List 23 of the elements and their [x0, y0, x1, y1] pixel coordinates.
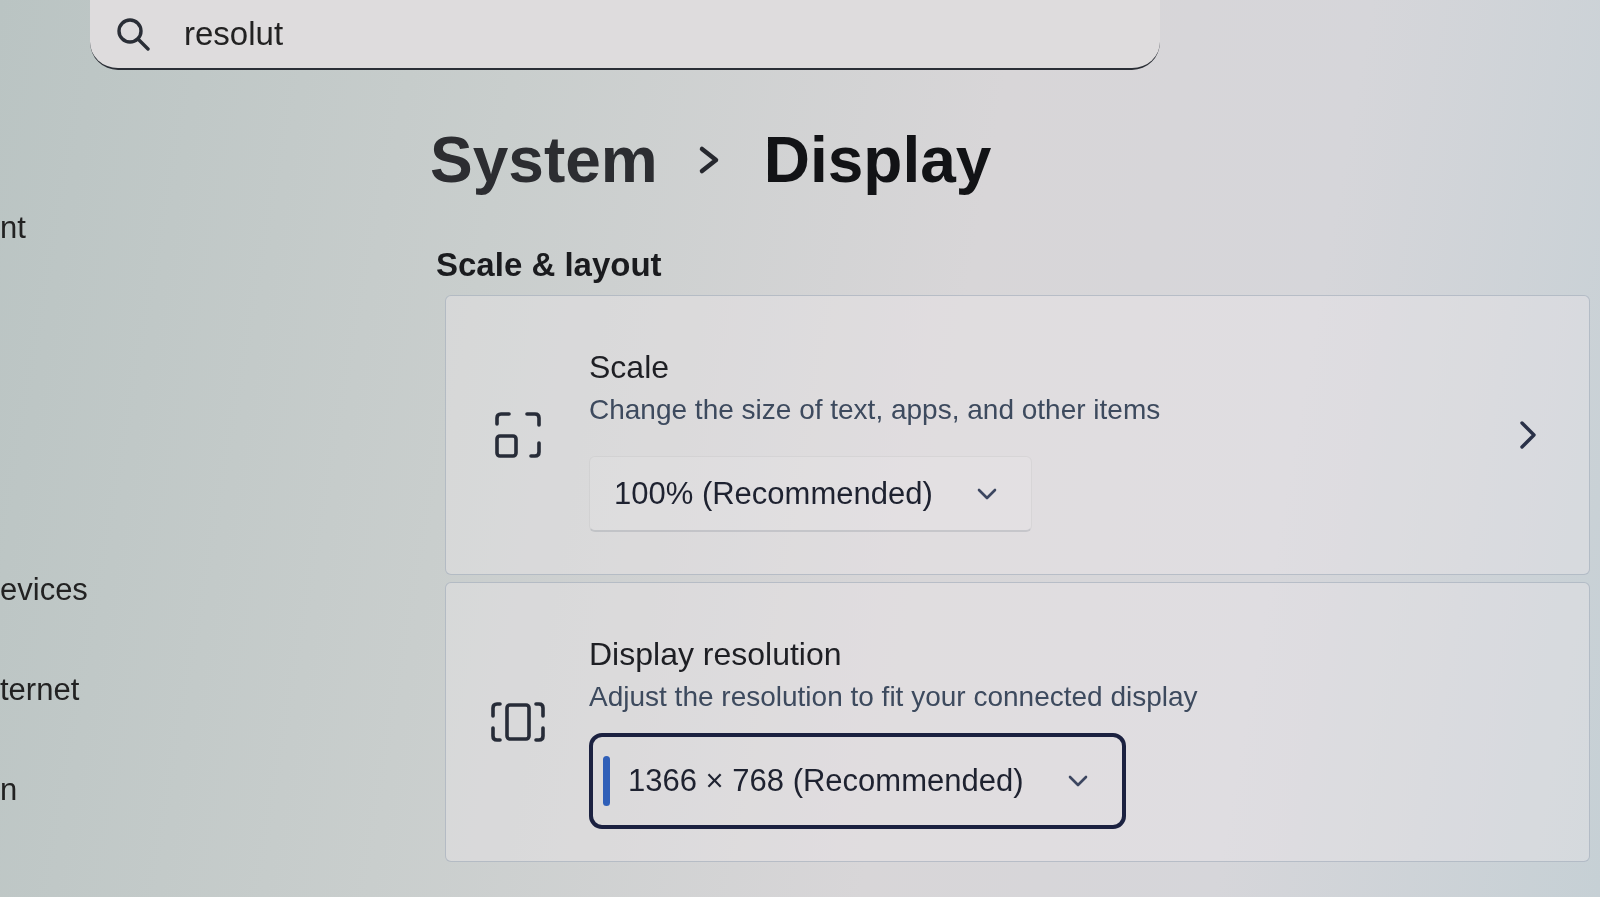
search-icon: [116, 17, 150, 51]
search-field[interactable]: resolut: [90, 0, 1160, 70]
setting-description: Change the size of text, apps, and other items: [589, 393, 1161, 427]
chevron-down-icon: [976, 487, 997, 500]
setting-title: Scale: [589, 348, 670, 386]
breadcrumb-item: Display: [763, 123, 992, 198]
setting-title: Display resolution: [589, 635, 842, 673]
sidebar-item[interactable]: ternet: [0, 670, 80, 710]
chevron-right-icon: [697, 145, 720, 175]
setting-description: Adjust the resolution to fit your connected display: [589, 680, 1198, 714]
setting-card[interactable]: Scale Change the size of text, apps, and other items 100% (Recommended): [445, 295, 1590, 575]
section-heading: Scale & layout: [436, 245, 662, 285]
sidebar-item[interactable]: nt: [0, 208, 26, 248]
resolution-icon: [490, 701, 545, 743]
sidebar-item[interactable]: evices: [0, 570, 88, 610]
chevron-down-icon: [1067, 775, 1088, 787]
sidebar-item[interactable]: n: [0, 770, 18, 810]
scale-icon: [493, 412, 542, 458]
dropdown[interactable]: 100% (Recommended): [589, 456, 1032, 532]
breadcrumb-item[interactable]: System: [430, 122, 658, 198]
indicator-bar-icon: [603, 756, 610, 806]
setting-card[interactable]: Display resolution Adjust the resolution to fit your connected display 1366 × 768 (Recommended): [445, 582, 1590, 862]
dropdown[interactable]: 1366 × 768 (Recommended): [589, 733, 1126, 829]
